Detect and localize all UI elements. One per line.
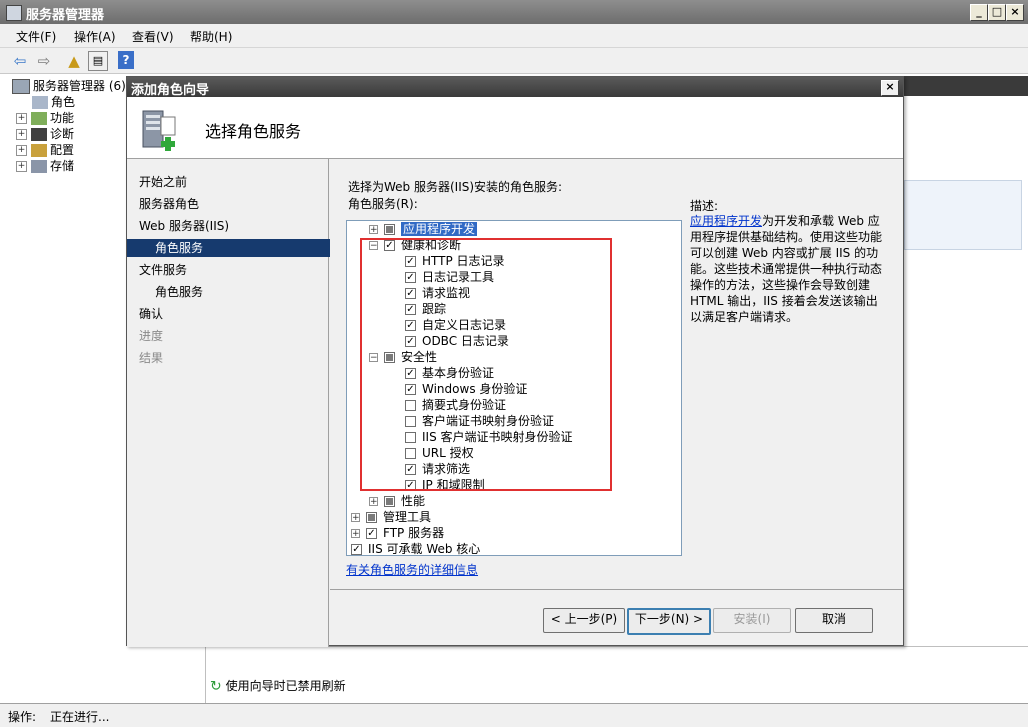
step-before-you-begin[interactable]: 开始之前 (139, 173, 327, 191)
description-text: 应用程序开发为开发和承载 Web 应用程序提供基础结构。使用这些功能可以创建 W… (690, 213, 886, 325)
menu-view[interactable]: 查看(V) (132, 28, 174, 45)
step-confirmation[interactable]: 确认 (139, 305, 327, 323)
status-label: 操作: (8, 710, 37, 724)
dialog-title: 添加角色向导 (131, 83, 210, 98)
server-manager-icon (6, 5, 22, 21)
refresh-notice: ↻ 使用向导时已禁用刷新 (210, 677, 346, 695)
add-roles-wizard-dialog: 添加角色向导 × 选择角色服务 开始之前 服务器角色 Web 服务器(IIS) … (126, 76, 904, 647)
tree-item-features[interactable]: + 功能 (16, 110, 74, 126)
expand-icon[interactable]: + (369, 225, 378, 235)
menu-bar: 文件(F) 操作(A) 查看(V) 帮助(H) (0, 24, 1028, 48)
help-icon[interactable]: ? (118, 51, 134, 69)
status-bar: 操作: 正在进行... (0, 703, 1028, 727)
back-button[interactable]: < 上一步(P) (543, 608, 625, 633)
details-pane (904, 96, 1028, 646)
server-add-icon (142, 110, 176, 151)
role-service-item[interactable]: + 性能 (369, 493, 425, 509)
status-text: 正在进行... (50, 710, 110, 724)
toolbar: ⇦ ⇨ ▲ ▤ ? (0, 48, 1028, 74)
tree-item-configuration[interactable]: + 配置 (16, 142, 74, 158)
role-service-label: IIS 可承载 Web 核心 (368, 542, 481, 556)
menu-help[interactable]: 帮助(H) (190, 28, 232, 45)
details-box (904, 180, 1022, 250)
configuration-icon (31, 144, 47, 157)
install-button: 安装(I) (713, 608, 791, 633)
menu-file[interactable]: 文件(F) (16, 28, 56, 45)
description-body: 为开发和承载 Web 应用程序提供基础结构。使用这些功能可以创建 Web 内容或… (690, 214, 883, 324)
details-header (904, 76, 1028, 96)
menu-action[interactable]: 操作(A) (74, 28, 116, 45)
step-server-roles[interactable]: 服务器角色 (139, 195, 327, 213)
tree-root[interactable]: 服务器管理器 (6) (12, 78, 126, 94)
tree-item-label: 存储 (50, 159, 75, 173)
role-service-item[interactable]: ✓ IIS 可承载 Web 核心 (351, 541, 481, 556)
tree-item-diagnostics[interactable]: + 诊断 (16, 126, 74, 142)
dialog-header: 选择角色服务 (127, 97, 903, 159)
expand-icon[interactable]: + (369, 497, 378, 507)
tree-item-storage[interactable]: + 存储 (16, 158, 74, 174)
server-icon (12, 79, 30, 94)
role-service-item[interactable]: + 应用程序开发 (369, 221, 478, 237)
next-button[interactable]: 下一步(N) > (627, 608, 711, 635)
role-service-checkbox[interactable] (366, 512, 377, 523)
role-service-label: FTP 服务器 (383, 526, 445, 540)
expand-icon[interactable]: + (16, 129, 27, 140)
tree-item-roles[interactable]: 角色 (32, 94, 75, 110)
description-link[interactable]: 应用程序开发 (690, 214, 762, 228)
step-progress: 进度 (139, 329, 164, 343)
role-service-checkbox[interactable] (384, 224, 395, 235)
refresh-icon: ↻ (210, 678, 222, 695)
step-file-services[interactable]: 文件服务 (139, 261, 327, 279)
expand-icon[interactable]: + (351, 513, 360, 523)
expand-icon[interactable]: + (351, 529, 360, 539)
show-hide-tree-icon[interactable]: ▤ (88, 51, 108, 71)
maximize-button[interactable]: □ (988, 4, 1006, 21)
role-service-label: 管理工具 (383, 510, 432, 524)
page-title: 选择角色服务 (205, 122, 302, 141)
instruction-text: 选择为Web 服务器(IIS)安装的角色服务: (348, 180, 563, 194)
dialog-separator (330, 589, 903, 590)
step-web-server-iis[interactable]: Web 服务器(IIS) (139, 217, 327, 235)
role-service-label: 应用程序开发 (401, 222, 478, 236)
role-service-checkbox[interactable]: ✓ (366, 528, 377, 539)
tree-root-count: (6) (108, 79, 126, 93)
tree-item-label: 角色 (51, 95, 76, 109)
role-services-label: 角色服务(R): (348, 197, 418, 211)
forward-arrow-icon[interactable]: ⇨ (34, 51, 54, 71)
description-title: 描述: (690, 199, 719, 213)
tree-item-label: 功能 (50, 111, 75, 125)
highlight-box (360, 238, 612, 491)
role-service-item[interactable]: + ✓ FTP 服务器 (351, 525, 444, 541)
step-results: 结果 (139, 351, 164, 365)
more-info-link[interactable]: 有关角色服务的详细信息 (346, 561, 478, 578)
dialog-titlebar: 添加角色向导 × (127, 77, 903, 98)
diagnostics-icon (31, 128, 47, 141)
expand-icon[interactable]: + (16, 145, 27, 156)
minimize-button[interactable]: _ (970, 4, 988, 21)
features-icon (31, 112, 47, 125)
tree-root-label: 服务器管理器 (33, 79, 106, 93)
role-service-item[interactable]: + 管理工具 (351, 509, 431, 525)
role-service-checkbox[interactable] (384, 496, 395, 507)
wizard-steps: 开始之前 服务器角色 Web 服务器(IIS) 角色服务 文件服务 角色服务 确… (127, 159, 355, 647)
dialog-close-button[interactable]: × (881, 80, 899, 96)
roles-icon (32, 96, 48, 109)
expand-icon[interactable]: + (16, 161, 27, 172)
storage-icon (31, 160, 47, 173)
window-title: 服务器管理器 (26, 8, 105, 23)
step-role-services-selected[interactable]: 角色服务 (127, 239, 355, 257)
tree-item-label: 配置 (50, 143, 75, 157)
refresh-notice-text: 使用向导时已禁用刷新 (225, 679, 346, 693)
role-service-label: 性能 (401, 494, 426, 508)
cancel-button[interactable]: 取消 (795, 608, 873, 633)
back-arrow-icon[interactable]: ⇦ (10, 51, 30, 71)
close-button[interactable]: × (1006, 4, 1024, 21)
tree-item-label: 诊断 (50, 127, 75, 141)
window-titlebar: 服务器管理器 _ □ × (0, 0, 1028, 24)
role-service-checkbox[interactable]: ✓ (351, 544, 362, 555)
up-folder-icon[interactable]: ▲ (64, 51, 84, 71)
expand-icon[interactable]: + (16, 113, 27, 124)
step-file-role-services[interactable]: 角色服务 (155, 283, 343, 301)
